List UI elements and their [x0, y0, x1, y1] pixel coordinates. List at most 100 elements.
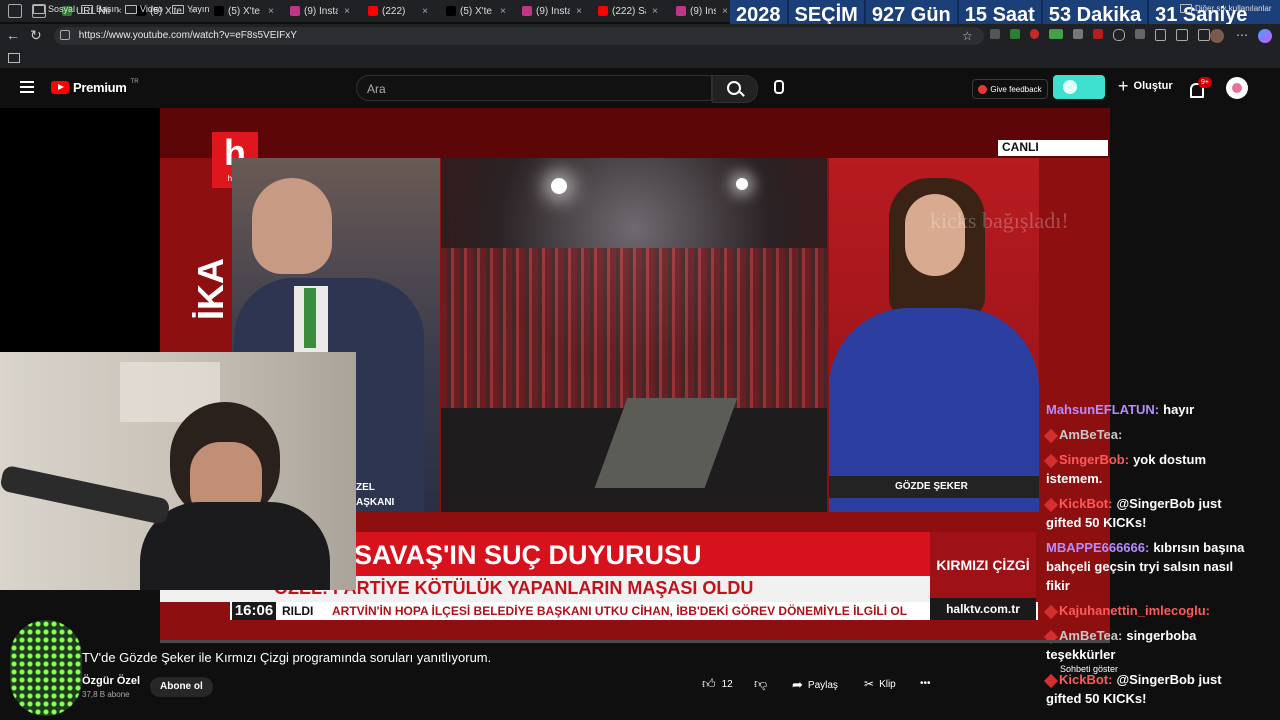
extension-icon[interactable]	[990, 29, 1000, 39]
notification-count: 9+	[1198, 77, 1212, 88]
extension-icon[interactable]	[1049, 29, 1064, 39]
show-chat-label[interactable]: Sohbeti göster	[1060, 664, 1118, 674]
browser-tab[interactable]: (5) X'te Et ×	[446, 2, 506, 20]
chat-username[interactable]: MBAPPE666666:	[1046, 540, 1149, 555]
video-progress-bar[interactable]	[160, 640, 1110, 643]
extension-icon[interactable]	[1093, 29, 1103, 39]
extension-icon[interactable]	[1029, 29, 1040, 39]
bookmark-folder-basin[interactable]: Basın	[81, 4, 119, 14]
chat-username[interactable]: AmBeTea:	[1059, 427, 1122, 442]
tab-close-icon[interactable]: ×	[500, 6, 506, 17]
tab-close-icon[interactable]: ×	[722, 6, 728, 17]
reload-icon[interactable]: ↻	[30, 28, 42, 42]
donation-overlay-text: kicks bağışladı!	[930, 208, 1069, 233]
copilot-icon[interactable]	[1258, 29, 1272, 43]
chat-username[interactable]: KickBot:	[1059, 672, 1112, 687]
browser-tab[interactable]: (9) Instag ×	[676, 2, 728, 20]
chat-message: MahsunEFLATUN: hayır	[1046, 400, 1256, 419]
clip-button[interactable]: ✂ Klip	[864, 677, 896, 691]
extension-icon[interactable]	[1134, 29, 1145, 39]
bookmark-folder-sosyal[interactable]: Sosyal	[33, 4, 75, 14]
address-bar[interactable]: https://www.youtube.com/watch?v=eF8s5VEI…	[54, 27, 984, 45]
extension-icon[interactable]	[1154, 29, 1167, 41]
voice-search-button[interactable]	[769, 78, 789, 98]
chat-message: SingerBob: yok dostum istemem.	[1043, 450, 1256, 488]
tab-close-icon[interactable]: ×	[344, 6, 350, 17]
rally-footage	[441, 158, 827, 512]
browser-tab[interactable]: (222) San ×	[598, 2, 658, 20]
menu-dots-icon[interactable]: ⋯	[1236, 28, 1248, 42]
like-button[interactable]: 👍︎ 12	[702, 676, 733, 692]
more-actions-button[interactable]: •••	[920, 678, 931, 689]
tab-favicon-icon	[676, 6, 686, 16]
guest-title-partial: AŞKANI	[356, 497, 395, 508]
tab-close-icon[interactable]: ×	[422, 6, 428, 17]
chat-username[interactable]: MahsunEFLATUN:	[1046, 402, 1159, 417]
extension-icon[interactable]	[1176, 29, 1189, 41]
feedback-label: Give feedback	[990, 84, 1042, 94]
thumbs-up-icon: 👍︎	[702, 676, 716, 691]
ticker-text: ARTVİN'İN HOPA İLÇESİ BELEDİYE BAŞKANI U…	[332, 604, 908, 618]
share-button[interactable]: ➦ Paylaş	[792, 677, 838, 693]
extension-icon[interactable]	[1009, 29, 1020, 39]
extension-icon[interactable]	[1073, 29, 1084, 39]
extension-toggle[interactable]	[1053, 75, 1105, 99]
youtube-logo[interactable]: Premium TR	[51, 79, 139, 95]
bookmark-folder-video[interactable]: Video	[125, 4, 163, 14]
tab-favicon-icon	[214, 6, 224, 16]
share-label: Paylaş	[807, 679, 838, 691]
tab-close-icon[interactable]: ×	[268, 6, 274, 17]
bookmark-label: Video	[140, 4, 163, 14]
streamer-webcam	[0, 352, 356, 590]
browser-tab[interactable]: (5) X'te Fo ×	[214, 2, 274, 20]
subscribe-button[interactable]: Abone ol	[150, 677, 213, 697]
search-button[interactable]	[712, 75, 758, 103]
guest-name-partial: ZEL	[356, 482, 375, 493]
extension-icon[interactable]	[1112, 29, 1125, 41]
give-feedback-button[interactable]: Give feedback	[972, 79, 1048, 99]
user-badge-icon	[1043, 604, 1059, 619]
tab-close-icon[interactable]: ×	[576, 6, 582, 17]
hamburger-menu-icon[interactable]	[20, 81, 34, 93]
bookmark-label: Yayın	[187, 4, 210, 14]
browser-tab[interactable]: (222) ×	[368, 2, 428, 20]
browser-tab[interactable]: (9) Instag ×	[522, 2, 582, 20]
back-icon[interactable]: ←	[6, 28, 20, 42]
tab-close-icon[interactable]: ×	[652, 6, 658, 17]
dislike-button[interactable]: 👎︎	[754, 676, 767, 692]
live-badge: CANLI	[998, 140, 1108, 156]
headline-text: SAVAŞ'IN SUÇ DUYURUSU	[354, 540, 702, 570]
chat-message: KickBot: @SingerBob just gifted 50 KICKs!	[1043, 670, 1256, 708]
tab-label: (222) San	[612, 5, 646, 17]
other-bookmarks[interactable]: Diğer sık kullanılanlar	[1180, 4, 1271, 13]
bookmark-folder-yayin[interactable]: Yayın	[172, 4, 209, 14]
browser-tab[interactable]: (9) Instag ×	[290, 2, 350, 20]
tab-favicon-icon	[522, 6, 532, 16]
like-count: 12	[721, 678, 733, 690]
channel-avatar[interactable]	[10, 620, 82, 716]
chat-username[interactable]: KickBot:	[1059, 496, 1112, 511]
tab-label: (5) X'te Et	[460, 5, 494, 17]
reading-list-icon[interactable]	[8, 53, 20, 63]
extension-icon[interactable]	[1198, 29, 1211, 41]
bookmark-label: Sosyal	[48, 4, 76, 14]
favorite-star-icon[interactable]: ☆	[962, 29, 973, 43]
tab-label: (9) Instag	[536, 5, 571, 17]
chat-username[interactable]: SingerBob:	[1059, 452, 1129, 467]
tab-favicon-icon	[368, 6, 378, 16]
subscriber-count: 37,8 B abone	[82, 690, 130, 699]
site-info-icon[interactable]	[60, 30, 70, 41]
logo-text: Premium	[73, 80, 127, 95]
profile-avatar[interactable]	[1210, 29, 1224, 43]
notifications-button[interactable]: 9+	[1190, 77, 1212, 98]
chat-username[interactable]: Kajuhanettin_imlecoglu:	[1059, 603, 1210, 618]
microphone-arm	[0, 464, 171, 526]
bookmark-label: Diğer sık kullanılanlar	[1195, 4, 1272, 13]
microphone-icon	[774, 80, 784, 94]
search-input[interactable]: Ara	[356, 75, 712, 101]
chat-message: AmBeTea: singerboba teşekkürler	[1043, 626, 1256, 664]
account-avatar[interactable]	[1226, 77, 1248, 99]
channel-name[interactable]: Özgür Özel	[82, 675, 140, 687]
browser-menu-icon[interactable]	[8, 4, 22, 18]
create-button[interactable]: + Oluştur	[1118, 77, 1173, 95]
